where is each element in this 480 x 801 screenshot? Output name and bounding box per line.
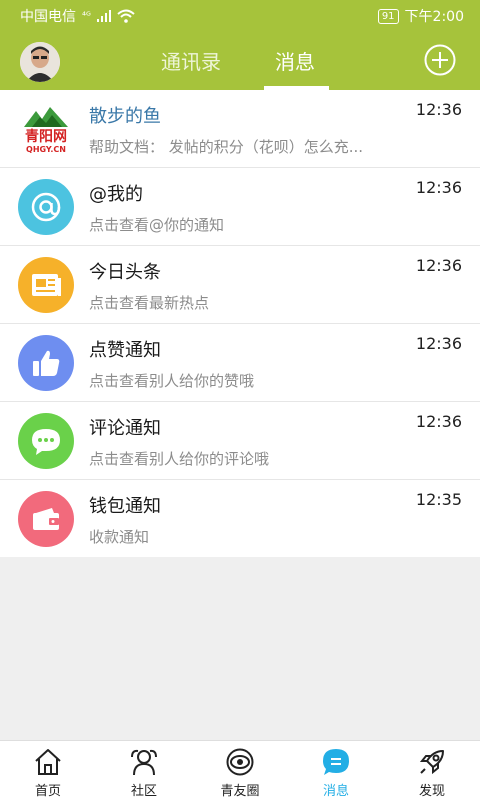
list-item[interactable]: 今日头条 点击查看最新热点 12:36 <box>0 246 480 324</box>
message-time: 12:36 <box>415 178 462 197</box>
message-title: 点赞通知 <box>89 340 161 361</box>
tab-friends-circle-label: 青友圈 <box>220 784 260 799</box>
status-bar: 中国电信 ⁴ᴳ 91 下午2:00 <box>0 0 480 32</box>
clock: 下午2:00 <box>404 9 464 25</box>
list-item[interactable]: 钱包通知 收款通知 12:35 <box>0 480 480 557</box>
add-icon[interactable] <box>424 44 456 76</box>
message-subtitle: 收款通知 <box>89 528 150 546</box>
bottom-tab-bar: 首页 社区 青友圈 消息 发现 <box>0 740 480 801</box>
list-item[interactable]: 青阳网 QHGY.CN 散步的鱼 帮助文档： 发帖的积分（花呗）怎么充... 1… <box>0 90 480 168</box>
thumbs-up-icon <box>18 335 74 391</box>
message-subtitle: 点击查看最新热点 <box>89 294 210 312</box>
rocket-icon <box>419 750 444 775</box>
message-list: 青阳网 QHGY.CN 散步的鱼 帮助文档： 发帖的积分（花呗）怎么充... 1… <box>0 90 480 557</box>
tab-home[interactable]: 首页 <box>0 741 96 801</box>
message-icon <box>323 749 349 775</box>
message-time: 12:35 <box>415 490 462 509</box>
at-icon <box>18 179 74 235</box>
logo-title: 青阳网 <box>25 128 67 145</box>
logo-domain: QHGY.CN <box>26 145 66 154</box>
newspaper-icon <box>18 257 74 313</box>
avatar[interactable] <box>20 42 60 82</box>
signal-icon <box>96 10 111 22</box>
comment-icon <box>18 413 74 469</box>
message-title: 散步的鱼 <box>89 106 161 127</box>
message-title: 今日头条 <box>89 262 161 283</box>
battery-indicator: 91 <box>377 8 399 24</box>
wallet-icon <box>18 491 74 547</box>
message-title: 评论通知 <box>89 418 161 439</box>
tab-discover-label: 发现 <box>418 784 445 799</box>
community-icon <box>131 749 157 776</box>
message-time: 12:36 <box>415 256 462 275</box>
message-time: 12:36 <box>415 100 462 119</box>
tab-messages-bottom[interactable]: 消息 <box>288 741 384 801</box>
tab-contacts[interactable]: 通讯录 <box>161 46 221 75</box>
tab-discover[interactable]: 发现 <box>384 741 480 801</box>
tab-home-label: 首页 <box>34 784 61 799</box>
avatar-image <box>20 42 60 82</box>
qhgy-logo-icon: 青阳网 QHGY.CN <box>18 101 74 157</box>
message-subtitle: 点击查看别人给你的评论哦 <box>89 450 270 468</box>
message-subtitle: 点击查看别人给你的赞哦 <box>89 372 255 390</box>
tab-friends-circle[interactable]: 青友圈 <box>192 741 288 801</box>
carrier-label: 中国电信 <box>20 9 76 25</box>
list-item[interactable]: 点赞通知 点击查看别人给你的赞哦 12:36 <box>0 324 480 402</box>
app-header: 通讯录 消息 <box>0 32 480 90</box>
message-title: 钱包通知 <box>89 496 161 517</box>
list-item[interactable]: @我的 点击查看@你的通知 12:36 <box>0 168 480 246</box>
message-title: @我的 <box>89 184 143 205</box>
tab-community-label: 社区 <box>130 784 157 799</box>
message-subtitle: 帮助文档： 发帖的积分（花呗）怎么充... <box>89 138 364 156</box>
status-left: 中国电信 ⁴ᴳ <box>20 6 135 26</box>
network-label: ⁴ᴳ <box>82 10 91 22</box>
status-right: 91 下午2:00 <box>377 6 464 26</box>
message-subtitle: 点击查看@你的通知 <box>89 216 225 234</box>
camera-icon <box>226 748 254 776</box>
message-time: 12:36 <box>415 334 462 353</box>
message-time: 12:36 <box>415 412 462 431</box>
wifi-icon <box>117 9 135 23</box>
tab-messages[interactable]: 消息 <box>275 46 315 75</box>
home-icon <box>35 749 61 775</box>
list-item[interactable]: 评论通知 点击查看别人给你的评论哦 12:36 <box>0 402 480 480</box>
tab-messages-label: 消息 <box>322 784 349 799</box>
tab-community[interactable]: 社区 <box>96 741 192 801</box>
